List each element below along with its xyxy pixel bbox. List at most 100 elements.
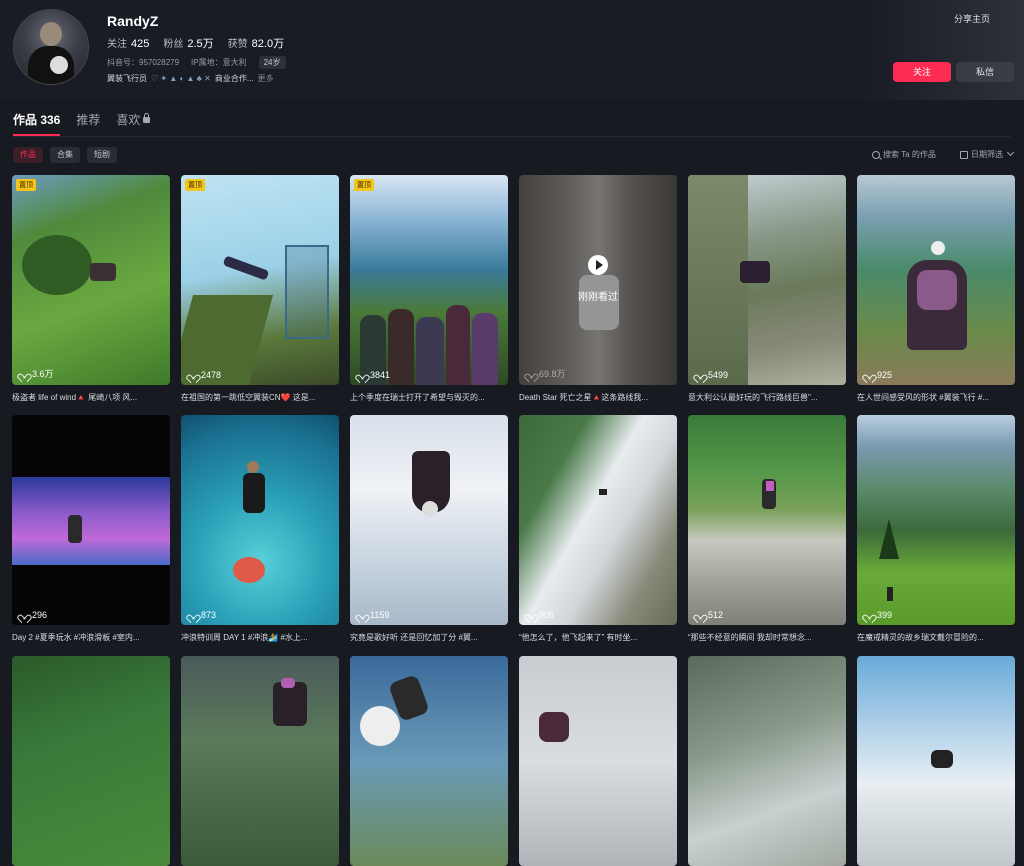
- search-works-button[interactable]: 搜索 Ta 的作品: [872, 149, 936, 160]
- wingsuit-flyer: [599, 489, 607, 495]
- video-caption[interactable]: Day 2 #夏季玩水 #冲浪滑板 #室内...: [12, 632, 170, 643]
- stat-following[interactable]: 关注 425: [107, 35, 149, 51]
- wingsuit-flyer: [740, 261, 770, 283]
- heart-icon: [188, 371, 197, 379]
- video-thumbnail[interactable]: 刚刚看过 69.8万: [519, 175, 677, 385]
- video-thumbnail[interactable]: 905: [519, 415, 677, 625]
- rock-face: [688, 175, 748, 385]
- video-caption[interactable]: 在祖国的第一跳低空翼装CN❤️ 这是...: [181, 392, 339, 403]
- avatar[interactable]: [13, 9, 89, 85]
- pinned-badge: 置顶: [354, 179, 374, 191]
- tower-structure: [285, 245, 329, 339]
- helmet-object: [931, 241, 945, 255]
- video-caption[interactable]: Death Star 死亡之星🔺这条路线我...: [519, 392, 677, 403]
- like-count: 399: [864, 610, 892, 620]
- like-count: 3841: [357, 370, 390, 380]
- watched-label: 刚刚看过: [578, 292, 618, 303]
- video-thumbnail[interactable]: [181, 656, 339, 866]
- like-count: 5499: [695, 370, 728, 380]
- stat-followers[interactable]: 粉丝 2.5万: [163, 35, 213, 51]
- pinned-badge: 置顶: [185, 179, 205, 191]
- like-count: 873: [188, 610, 216, 620]
- helmet-object: [422, 501, 438, 517]
- video-thumbnail[interactable]: 5499: [688, 175, 846, 385]
- video-caption[interactable]: 极盗者 life of wind🔺 尾崎八项 风...: [12, 392, 170, 403]
- tab-recommend[interactable]: 推荐: [76, 111, 100, 128]
- chevron-down-icon: [1006, 148, 1015, 157]
- wingsuit-pack: [917, 270, 957, 310]
- video-caption[interactable]: 究竟是歌好听 还是回忆加了分 #翼...: [350, 632, 508, 643]
- video-thumbnail[interactable]: [350, 656, 508, 866]
- video-thumbnail[interactable]: [688, 656, 846, 866]
- video-caption[interactable]: 上个季度在瑞士打开了希望与毁灭的...: [350, 392, 508, 403]
- search-icon: [872, 150, 880, 159]
- profile-tabs: 作品 336 推荐 喜欢: [13, 111, 151, 136]
- surfer: [243, 473, 265, 513]
- like-count: 296: [19, 610, 47, 620]
- stat-likes: 获赞 82.0万: [227, 38, 285, 50]
- sub-filter-tabs: 作品 合集 短剧: [13, 147, 117, 163]
- lock-icon: [143, 113, 151, 123]
- like-count: 925: [864, 370, 892, 380]
- tab-works[interactable]: 作品 336: [13, 111, 61, 136]
- heart-icon: [357, 371, 366, 379]
- heart-icon: [526, 370, 535, 378]
- like-count: 69.8万: [526, 367, 566, 380]
- tab-likes[interactable]: 喜欢: [116, 111, 151, 128]
- header-glow: [864, 0, 1024, 100]
- date-filter-label: 日期筛选: [971, 150, 1003, 159]
- video-thumbnail[interactable]: 置顶 3841: [350, 175, 508, 385]
- wingsuit-pack: [539, 712, 569, 742]
- bio-more-link[interactable]: 更多: [258, 73, 274, 84]
- age-badge: 24岁: [258, 56, 286, 69]
- profile-header: RandyZ 关注 425 粉丝 2.5万 获赞 82.0万 抖音号：95702827…: [0, 0, 1024, 100]
- pine-tree: [879, 519, 899, 559]
- video-thumbnail[interactable]: 296: [12, 415, 170, 625]
- surf-pool-scene: [12, 477, 170, 565]
- ip-location: IP属地：意大利: [191, 58, 247, 67]
- video-thumbnail[interactable]: 873: [181, 415, 339, 625]
- video-caption[interactable]: “那些不经意的瞬间 我却时常想念...: [688, 632, 846, 643]
- bio-text: 翼装飞行员: [107, 74, 147, 83]
- video-caption[interactable]: 冲浪特训周 DAY 1 #冲浪🏄 #水上...: [181, 632, 339, 643]
- like-count: 2478: [188, 370, 221, 380]
- profile-meta: 抖音号：957028279 IP属地：意大利 24岁: [107, 56, 286, 69]
- heart-icon: [526, 611, 535, 619]
- bio-emoji-icons: ♡ ✦ ▲ ◐ ▲ ♣ ✕: [151, 74, 211, 83]
- video-thumbnail[interactable]: 512: [688, 415, 846, 625]
- surfboard: [233, 557, 265, 583]
- wingsuit-flyer: [273, 682, 307, 726]
- video-thumbnail[interactable]: 置顶 2478: [181, 175, 339, 385]
- heart-icon: [19, 370, 28, 378]
- bio-business: 商业合作...: [214, 74, 254, 83]
- username: RandyZ: [107, 13, 159, 29]
- subtab-collections[interactable]: 合集: [50, 147, 80, 163]
- follow-button[interactable]: 关注: [893, 62, 951, 82]
- video-thumbnail[interactable]: [12, 656, 170, 866]
- video-thumbnail[interactable]: 399: [857, 415, 1015, 625]
- video-caption[interactable]: 在人世间感受风的形状 #翼装飞行 #...: [857, 392, 1015, 403]
- search-works-label: 搜索 Ta 的作品: [883, 150, 936, 159]
- video-thumbnail[interactable]: 925: [857, 175, 1015, 385]
- douyin-id: 抖音号：957028279: [107, 58, 180, 67]
- surfer-head: [247, 461, 259, 473]
- subtab-short-drama[interactable]: 短剧: [87, 147, 117, 163]
- helmet-object: [360, 706, 400, 746]
- calendar-icon: [960, 150, 968, 159]
- subtab-works[interactable]: 作品: [13, 147, 43, 163]
- video-thumbnail[interactable]: [857, 656, 1015, 866]
- video-caption[interactable]: “他怎么了，他飞起来了” 有时坐...: [519, 632, 677, 643]
- video-caption[interactable]: 意大利公认最好玩的飞行路线巨兽"...: [688, 392, 846, 403]
- message-button[interactable]: 私信: [956, 62, 1014, 82]
- video-thumbnail[interactable]: [519, 656, 677, 866]
- video-thumbnail[interactable]: 1159: [350, 415, 508, 625]
- share-home-link[interactable]: 分享主页: [954, 12, 990, 25]
- wingsuit-pack: [281, 678, 295, 688]
- date-filter-button[interactable]: 日期筛选: [960, 148, 1015, 160]
- profile-bio: 翼装飞行员 ♡ ✦ ▲ ◐ ▲ ♣ ✕ 商业合作... 更多: [107, 73, 274, 84]
- heart-icon: [695, 611, 704, 619]
- avatar-head: [40, 22, 62, 46]
- video-caption[interactable]: 在魔戒精灵的故乡瑞文戴尔冒险的...: [857, 632, 1015, 643]
- video-thumbnail[interactable]: 置顶 3.6万: [12, 175, 170, 385]
- play-icon[interactable]: [588, 255, 608, 275]
